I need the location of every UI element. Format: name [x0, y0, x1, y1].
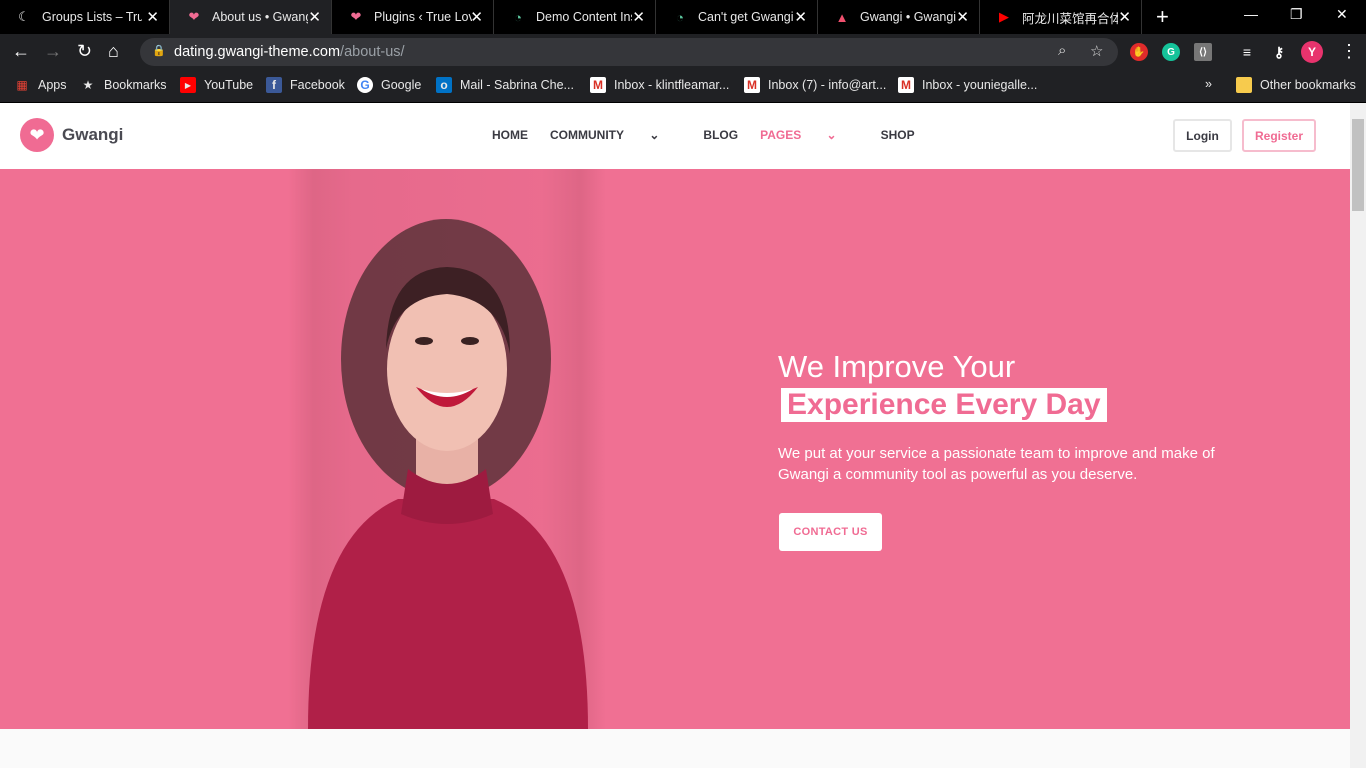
youtube-icon: ▶: [180, 77, 196, 93]
bookmarks-overflow[interactable]: »: [1205, 77, 1212, 91]
minimize-icon[interactable]: —: [1244, 6, 1258, 22]
bookmark-facebook[interactable]: f Facebook: [266, 77, 345, 93]
smiling-woman-illustration: [308, 219, 588, 729]
close-icon[interactable]: ✕: [146, 8, 159, 26]
zoom-icon[interactable]: ⌕: [1058, 42, 1066, 59]
chevron-down-icon: ⌄: [649, 128, 660, 142]
media-control-icon[interactable]: ≡: [1238, 43, 1256, 61]
login-button[interactable]: Login: [1173, 119, 1232, 152]
new-tab-button[interactable]: +: [1156, 4, 1169, 30]
next-section: [0, 729, 1350, 768]
youtube-icon: ▶: [999, 9, 1009, 24]
bookmark-youtube[interactable]: ▶ YouTube: [180, 77, 253, 93]
bookmarks-bar: ▦ Apps ★ Bookmarks ▶ YouTube f Facebook G Goo…: [0, 70, 1366, 103]
address-bar-row: ← → ↻ ⌂ 🔒 dating.gwangi-theme.com/about-…: [0, 34, 1366, 70]
restore-icon[interactable]: ❐: [1290, 6, 1303, 23]
page-scrollbar[interactable]: [1350, 103, 1366, 768]
bookmark-other[interactable]: ■ Other bookmarks: [1236, 77, 1356, 93]
star-icon[interactable]: ☆: [1090, 42, 1103, 60]
tab-about-us[interactable]: ❤ About us • Gwangi ✕: [170, 0, 332, 34]
swirl-icon: ◔: [676, 9, 684, 25]
key-icon[interactable]: ⚷: [1270, 43, 1288, 61]
website-viewport: ❤ Gwangi HOME COMMUNITY ⌄ BLOG PAGES ⌄ S…: [0, 103, 1350, 768]
back-icon[interactable]: ←: [12, 41, 30, 62]
heart-logo-icon: ❤: [20, 118, 54, 152]
site-logo[interactable]: ❤ Gwangi: [20, 118, 123, 152]
tab-bar: ☾ Groups Lists – True ✕ ❤ About us • Gwa…: [0, 0, 1366, 34]
tab-groups-lists[interactable]: ☾ Groups Lists – True ✕: [0, 0, 170, 34]
contact-us-button[interactable]: CONTACT US: [779, 513, 882, 551]
url-text[interactable]: dating.gwangi-theme.com/about-us/: [174, 44, 405, 60]
heart-icon: ❤: [188, 9, 200, 24]
bookmark-bookmarks[interactable]: ★ Bookmarks: [80, 77, 167, 93]
moon-icon: ☾: [18, 9, 30, 24]
close-icon[interactable]: ✕: [308, 8, 321, 26]
bookmark-inbox-info[interactable]: M Inbox (7) - info@art...: [744, 77, 886, 93]
close-icon[interactable]: ✕: [632, 8, 645, 26]
forward-icon[interactable]: →: [44, 41, 62, 62]
facebook-icon: f: [266, 77, 282, 93]
main-menu: HOME COMMUNITY ⌄ BLOG PAGES ⌄ SHOP: [492, 128, 937, 142]
tab-gwangi[interactable]: ▲ Gwangi • Gwangi ✕: [818, 0, 980, 34]
close-icon[interactable]: ✕: [794, 8, 807, 26]
menu-blog[interactable]: BLOG: [703, 128, 738, 142]
close-icon[interactable]: ✕: [470, 8, 483, 26]
hero-heading-highlight: Experience Every Day: [781, 388, 1107, 422]
omnibox[interactable]: 🔒 dating.gwangi-theme.com/about-us/ ⌕ ☆: [140, 38, 1118, 66]
close-icon[interactable]: ✕: [956, 8, 969, 26]
google-icon: G: [357, 77, 373, 93]
menu-home[interactable]: HOME: [492, 128, 528, 142]
gmail-icon: M: [744, 77, 760, 93]
menu-pages[interactable]: PAGES ⌄: [760, 128, 859, 142]
tab-plugins[interactable]: ❤ Plugins ‹ True Love ✕: [332, 0, 494, 34]
menu-icon[interactable]: ⋮: [1340, 41, 1358, 62]
tab-demo-content[interactable]: ◔ Demo Content Ins ✕: [494, 0, 656, 34]
chevron-logo-icon: ▲: [835, 9, 849, 25]
hero-photo: [288, 169, 606, 729]
menu-shop[interactable]: SHOP: [881, 128, 915, 142]
swirl-icon: ◔: [514, 9, 522, 25]
apps-grid-icon: ▦: [16, 78, 28, 92]
star-icon: ★: [82, 78, 94, 92]
grammarly-extension-icon[interactable]: G: [1162, 43, 1180, 61]
hero-description: We put at your service a passionate team…: [778, 445, 1215, 483]
code-extension-icon[interactable]: ⟨⟩: [1194, 43, 1212, 61]
hero-section: We Improve Your Experience Every Day We …: [0, 169, 1350, 729]
outlook-icon: o: [436, 77, 452, 93]
bookmark-apps[interactable]: ▦ Apps: [14, 77, 66, 93]
bookmark-inbox-klint[interactable]: M Inbox - klintfleamar...: [590, 77, 729, 93]
heart-icon: ❤: [350, 9, 362, 24]
gmail-icon: M: [898, 77, 914, 93]
gmail-icon: M: [590, 77, 606, 93]
close-icon[interactable]: ✕: [1118, 8, 1131, 26]
bookmark-inbox-younie[interactable]: M Inbox - youniegalle...: [898, 77, 1037, 93]
chevron-down-icon: ⌄: [826, 128, 837, 142]
bookmark-mail[interactable]: o Mail - Sabrina Che...: [436, 77, 574, 93]
home-icon[interactable]: ⌂: [108, 41, 119, 62]
reload-icon[interactable]: ↻: [77, 41, 92, 62]
register-button[interactable]: Register: [1242, 119, 1316, 152]
adblock-extension-icon[interactable]: ✋: [1130, 43, 1148, 61]
profile-avatar[interactable]: Y: [1301, 41, 1323, 63]
browser-chrome: ☾ Groups Lists – True ✕ ❤ About us • Gwa…: [0, 0, 1366, 103]
bookmark-google[interactable]: G Google: [357, 77, 421, 93]
scrollbar-thumb[interactable]: [1352, 119, 1364, 211]
tab-cant-get-gwangi[interactable]: ◔ Can't get Gwangi ✕: [656, 0, 818, 34]
lock-icon: 🔒: [152, 45, 166, 57]
window-close-icon[interactable]: ✕: [1336, 6, 1348, 23]
hero-heading: We Improve Your: [778, 349, 1016, 384]
folder-icon: ■: [1236, 77, 1252, 93]
menu-community[interactable]: COMMUNITY ⌄: [550, 128, 681, 142]
site-header: ❤ Gwangi HOME COMMUNITY ⌄ BLOG PAGES ⌄ S…: [0, 103, 1350, 169]
tab-youtube-video[interactable]: ▶ 阿龙川菜馆再合体 ✕: [980, 0, 1142, 34]
